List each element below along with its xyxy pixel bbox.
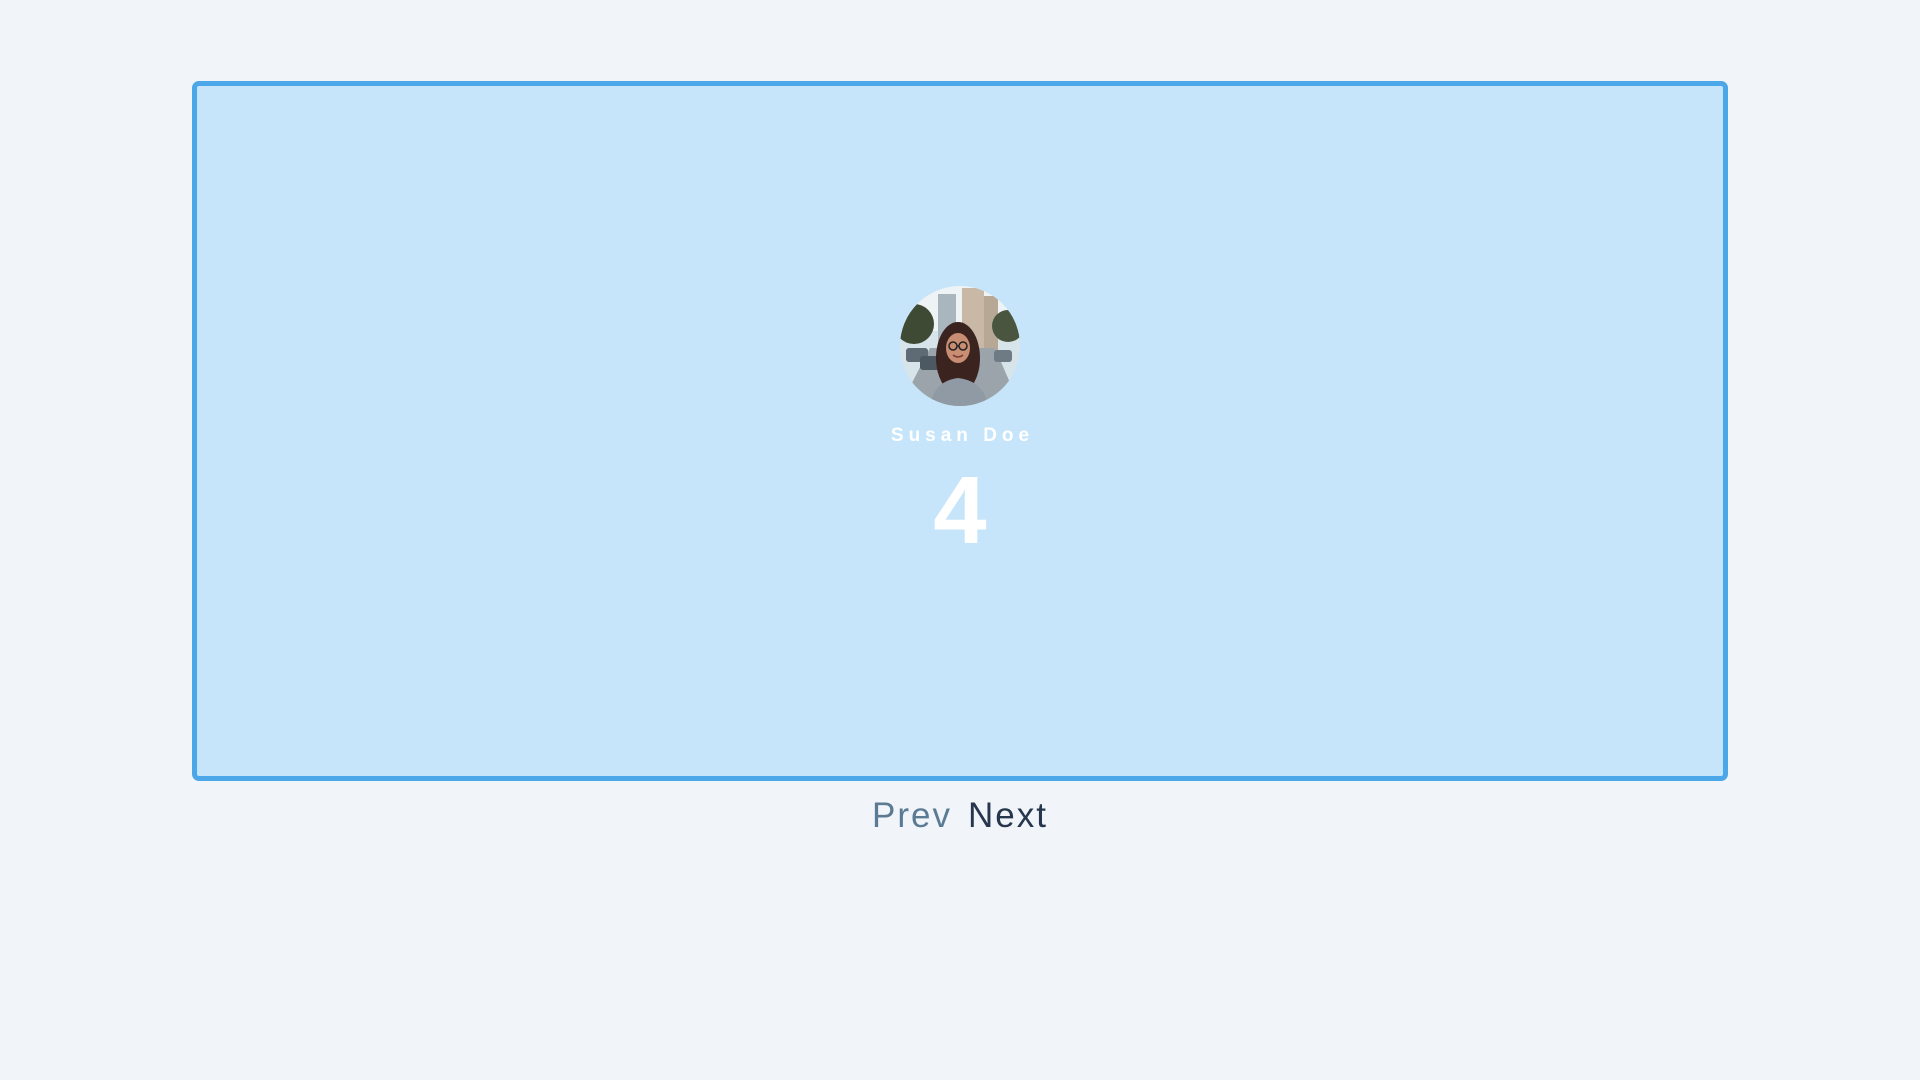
avatar bbox=[900, 286, 1020, 406]
next-button[interactable]: Next bbox=[968, 798, 1048, 833]
avatar-photo bbox=[900, 286, 1020, 406]
pagination: Prev Next bbox=[0, 798, 1920, 833]
prev-button[interactable]: Prev bbox=[872, 798, 952, 833]
profile-name: Susan Doe bbox=[890, 425, 1035, 446]
profile-card: Susan Doe 4 bbox=[192, 81, 1728, 781]
profile-block: Susan Doe 4 bbox=[197, 286, 1723, 559]
profile-count: 4 bbox=[933, 457, 987, 564]
